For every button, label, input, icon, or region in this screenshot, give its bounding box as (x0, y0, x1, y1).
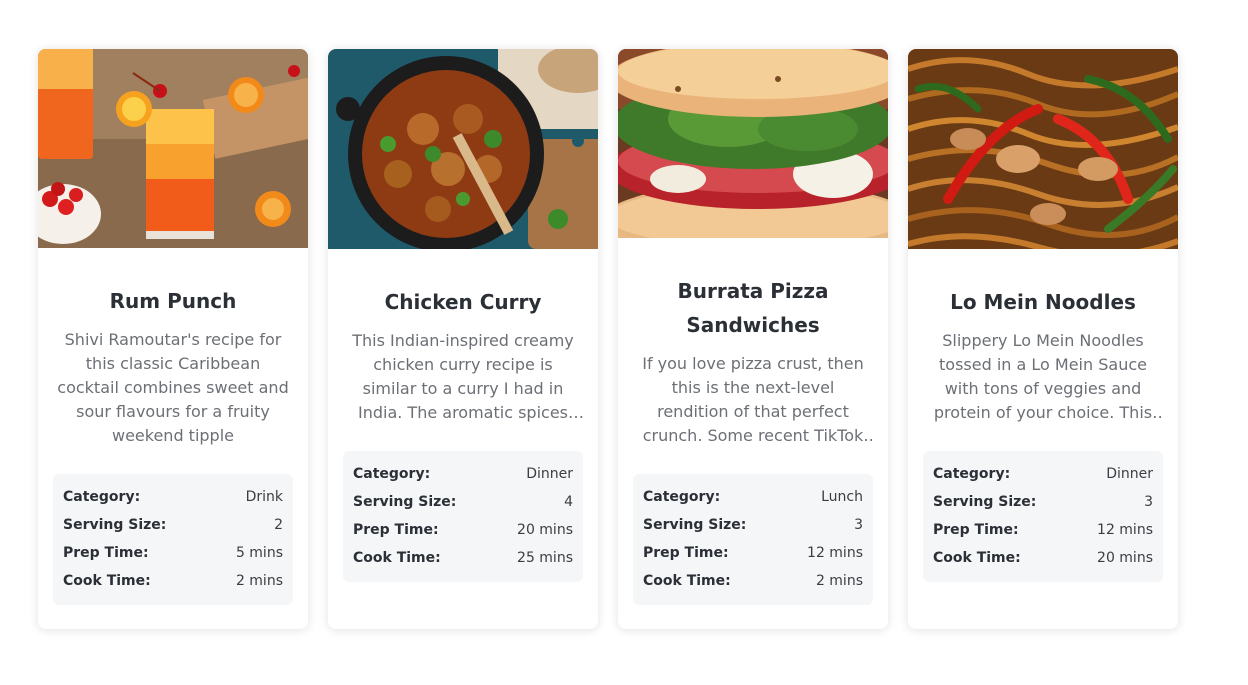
prep-time-label: Prep Time: (353, 522, 439, 538)
category-label: Category: (63, 489, 141, 505)
category-label: Category: (643, 489, 721, 505)
info-row-serving-size: Serving Size: 3 (933, 488, 1153, 516)
recipe-title[interactable]: Burrata Pizza Sandwiches (633, 274, 873, 342)
recipe-image[interactable] (908, 49, 1178, 249)
info-row-cook-time: Cook Time: 2 mins (63, 567, 283, 595)
recipe-description: This Indian-inspired creamy chicken curr… (352, 331, 574, 422)
recipe-image[interactable] (328, 49, 598, 249)
info-row-serving-size: Serving Size: 3 (643, 511, 863, 539)
serving-size-label: Serving Size: (63, 517, 167, 533)
prep-time-label: Prep Time: (933, 522, 1019, 538)
cook-time-value: 2 mins (235, 573, 283, 589)
serving-size-value: 2 (274, 517, 283, 533)
cook-time-value: 25 mins (517, 550, 573, 566)
info-row-category: Category: Dinner (353, 460, 573, 488)
prep-time-value: 5 mins (235, 545, 283, 561)
info-row-prep-time: Prep Time: 20 mins (353, 516, 573, 544)
info-row-prep-time: Prep Time: 5 mins (63, 539, 283, 567)
cook-time-value: 2 mins (815, 573, 863, 589)
category-value: Dinner (526, 466, 573, 482)
category-label: Category: (933, 466, 1011, 482)
recipe-title[interactable]: Lo Mein Noodles (923, 285, 1163, 319)
cook-time-label: Cook Time: (63, 573, 151, 589)
info-row-cook-time: Cook Time: 20 mins (933, 544, 1153, 572)
recipe-image[interactable] (38, 49, 308, 248)
info-row-serving-size: Serving Size: 2 (63, 511, 283, 539)
recipe-card[interactable]: Rum Punch Shivi Ramoutar's recipe for th… (38, 49, 308, 629)
card-body: Rum Punch Shivi Ramoutar's recipe for th… (38, 248, 308, 629)
recipe-card[interactable]: Lo Mein Noodles Slippery Lo Mein Noodles… (908, 49, 1178, 629)
info-row-cook-time: Cook Time: 25 mins (353, 544, 573, 572)
cook-time-label: Cook Time: (353, 550, 441, 566)
info-row-serving-size: Serving Size: 4 (353, 488, 573, 516)
card-body: Chicken Curry This Indian-inspired cream… (328, 249, 598, 606)
info-row-prep-time: Prep Time: 12 mins (643, 539, 863, 567)
info-row-cook-time: Cook Time: 2 mins (643, 567, 863, 595)
cook-time-value: 20 mins (1097, 550, 1153, 566)
recipe-title[interactable]: Rum Punch (53, 284, 293, 318)
recipe-description: If you love pizza crust, then this is th… (642, 354, 864, 445)
recipe-info-box: Category: Dinner Serving Size: 3 Prep Ti… (923, 451, 1163, 582)
card-body: Lo Mein Noodles Slippery Lo Mein Noodles… (908, 249, 1178, 606)
prep-time-value: 20 mins (517, 522, 573, 538)
recipe-image[interactable] (618, 49, 888, 238)
info-row-prep-time: Prep Time: 12 mins (933, 516, 1153, 544)
cook-time-label: Cook Time: (933, 550, 1021, 566)
recipe-info-box: Category: Drink Serving Size: 2 Prep Tim… (53, 474, 293, 605)
recipe-title[interactable]: Chicken Curry (343, 285, 583, 319)
prep-time-value: 12 mins (807, 545, 863, 561)
serving-size-label: Serving Size: (933, 494, 1037, 510)
recipe-info-box: Category: Dinner Serving Size: 4 Prep Ti… (343, 451, 583, 582)
cook-time-label: Cook Time: (643, 573, 731, 589)
info-row-category: Category: Lunch (643, 483, 863, 511)
serving-size-label: Serving Size: (643, 517, 747, 533)
serving-size-value: 3 (1144, 494, 1153, 510)
recipe-info-box: Category: Lunch Serving Size: 3 Prep Tim… (633, 474, 873, 605)
serving-size-value: 4 (564, 494, 573, 510)
recipe-description: Shivi Ramoutar's recipe for this classic… (57, 330, 289, 445)
info-row-category: Category: Dinner (933, 460, 1153, 488)
info-row-category: Category: Drink (63, 483, 283, 511)
serving-size-value: 3 (854, 517, 863, 533)
recipe-card[interactable]: Chicken Curry This Indian-inspired cream… (328, 49, 598, 629)
card-body: Burrata Pizza Sandwiches If you love piz… (618, 238, 888, 629)
category-value: Drink (245, 489, 283, 505)
prep-time-label: Prep Time: (643, 545, 729, 561)
prep-time-label: Prep Time: (63, 545, 149, 561)
category-label: Category: (353, 466, 431, 482)
category-value: Dinner (1106, 466, 1153, 482)
recipe-grid: Rum Punch Shivi Ramoutar's recipe for th… (38, 49, 1178, 629)
serving-size-label: Serving Size: (353, 494, 457, 510)
prep-time-value: 12 mins (1097, 522, 1153, 538)
recipe-description: Slippery Lo Mein Noodles tossed in a Lo … (933, 331, 1153, 422)
category-value: Lunch (821, 489, 863, 505)
recipe-card[interactable]: Burrata Pizza Sandwiches If you love piz… (618, 49, 888, 629)
